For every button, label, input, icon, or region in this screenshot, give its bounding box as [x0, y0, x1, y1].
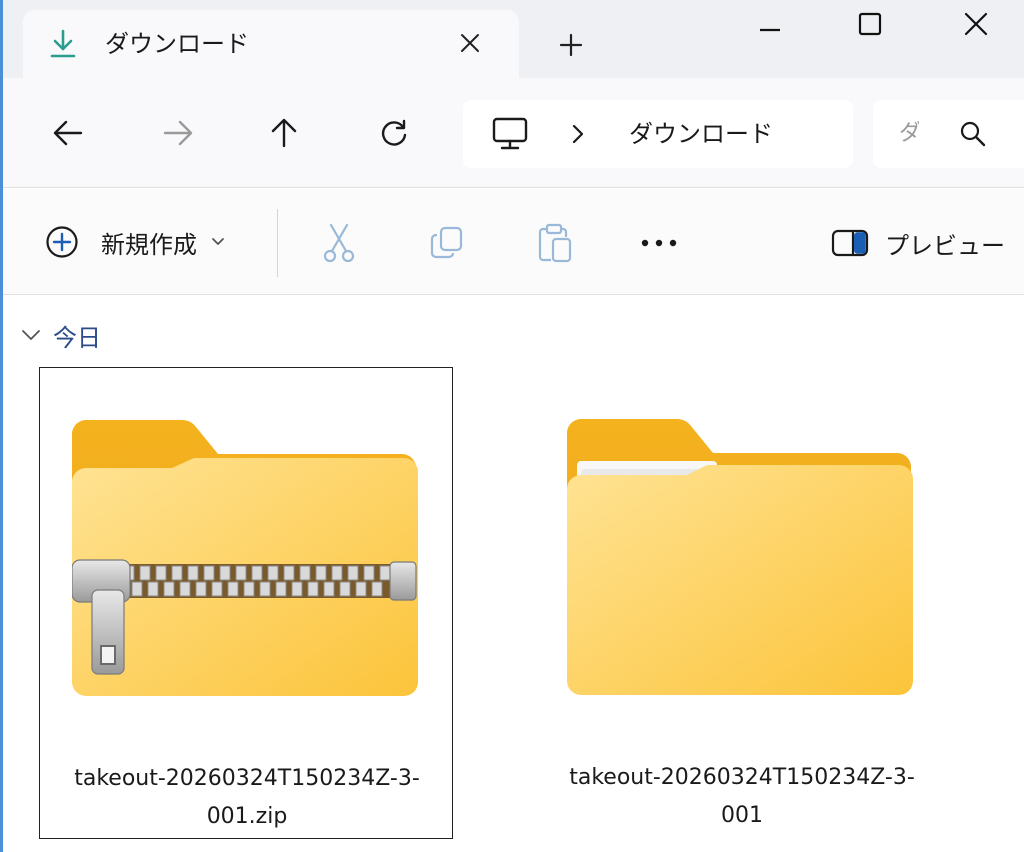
file-name-line2: 001.zip [206, 804, 288, 829]
folder-icon [567, 419, 913, 695]
paste-button[interactable] [535, 223, 575, 263]
group-label: 今日 [53, 323, 101, 352]
search-icon [960, 121, 986, 147]
this-pc-icon [492, 117, 528, 150]
more-options-button[interactable] [639, 223, 679, 263]
tab-title: ダウンロード [105, 30, 249, 58]
maximize-button[interactable] [841, 4, 899, 44]
paste-icon [538, 223, 572, 263]
minimize-icon [760, 28, 780, 32]
chevron-right-icon[interactable] [563, 118, 593, 150]
folder-name-line1: takeout-20260324T150234Z-3- [569, 765, 915, 790]
minimize-button[interactable] [741, 4, 799, 44]
folder-name: takeout-20260324T150234Z-3- 001 [535, 759, 949, 835]
folder-name-line2: 001 [721, 803, 763, 828]
cut-button[interactable] [319, 223, 359, 263]
command-bar: 新規作成 プレビュー [3, 189, 1024, 295]
arrow-right-icon [163, 120, 193, 146]
address-bar[interactable]: ダウンロード [463, 100, 853, 168]
file-item-zip[interactable]: takeout-20260324T150234Z-3- 001.zip [39, 367, 453, 839]
navigation-bar: ダウンロード ダウンロードの検索 [3, 78, 1024, 188]
close-icon [964, 12, 988, 36]
preview-label: プレビュー [885, 231, 1005, 260]
scissors-icon [323, 223, 355, 263]
new-tab-button[interactable] [551, 28, 591, 62]
refresh-button[interactable] [371, 110, 417, 156]
file-name-line1: takeout-20260324T150234Z-3- [74, 766, 420, 791]
file-name: takeout-20260324T150234Z-3- 001.zip [40, 760, 454, 836]
chevron-down-icon [22, 330, 40, 340]
copy-button[interactable] [427, 223, 467, 263]
title-bar: ダウンロード [3, 0, 1024, 78]
file-explorer-window: ダウンロード ダウンロード ダ 新規作成 プレビュー 今日 takeout-20… [0, 0, 1024, 852]
download-icon [50, 29, 76, 58]
back-button[interactable] [45, 110, 91, 156]
arrow-up-icon [271, 118, 297, 148]
close-tab-button[interactable] [453, 26, 487, 60]
arrow-left-icon [53, 120, 83, 146]
new-button[interactable]: 新規作成 [45, 219, 225, 265]
up-button[interactable] [261, 110, 307, 156]
close-window-button[interactable] [947, 4, 1005, 44]
new-button-label: 新規作成 [101, 230, 197, 259]
folder-item[interactable]: takeout-20260324T150234Z-3- 001 [535, 367, 949, 839]
maximize-icon [858, 12, 882, 36]
copy-icon [430, 226, 463, 259]
group-header-today[interactable]: 今日 [21, 318, 101, 352]
zip-folder-icon [72, 420, 418, 696]
refresh-icon [381, 119, 407, 146]
breadcrumb-downloads[interactable]: ダウンロード [629, 118, 773, 150]
add-circle-icon [46, 226, 78, 258]
more-icon [641, 239, 677, 247]
plus-icon [559, 33, 583, 57]
preview-pane-icon [831, 229, 869, 257]
close-icon [461, 34, 479, 52]
chevron-down-icon [212, 238, 224, 245]
search-box[interactable]: ダウンロードの検索 [873, 100, 1024, 168]
tab-downloads[interactable]: ダウンロード [23, 10, 519, 78]
command-divider [277, 209, 278, 277]
preview-pane-button[interactable]: プレビュー [831, 223, 1005, 263]
search-placeholder: ダウンロードの検索 [899, 121, 919, 146]
forward-button[interactable] [155, 110, 201, 156]
